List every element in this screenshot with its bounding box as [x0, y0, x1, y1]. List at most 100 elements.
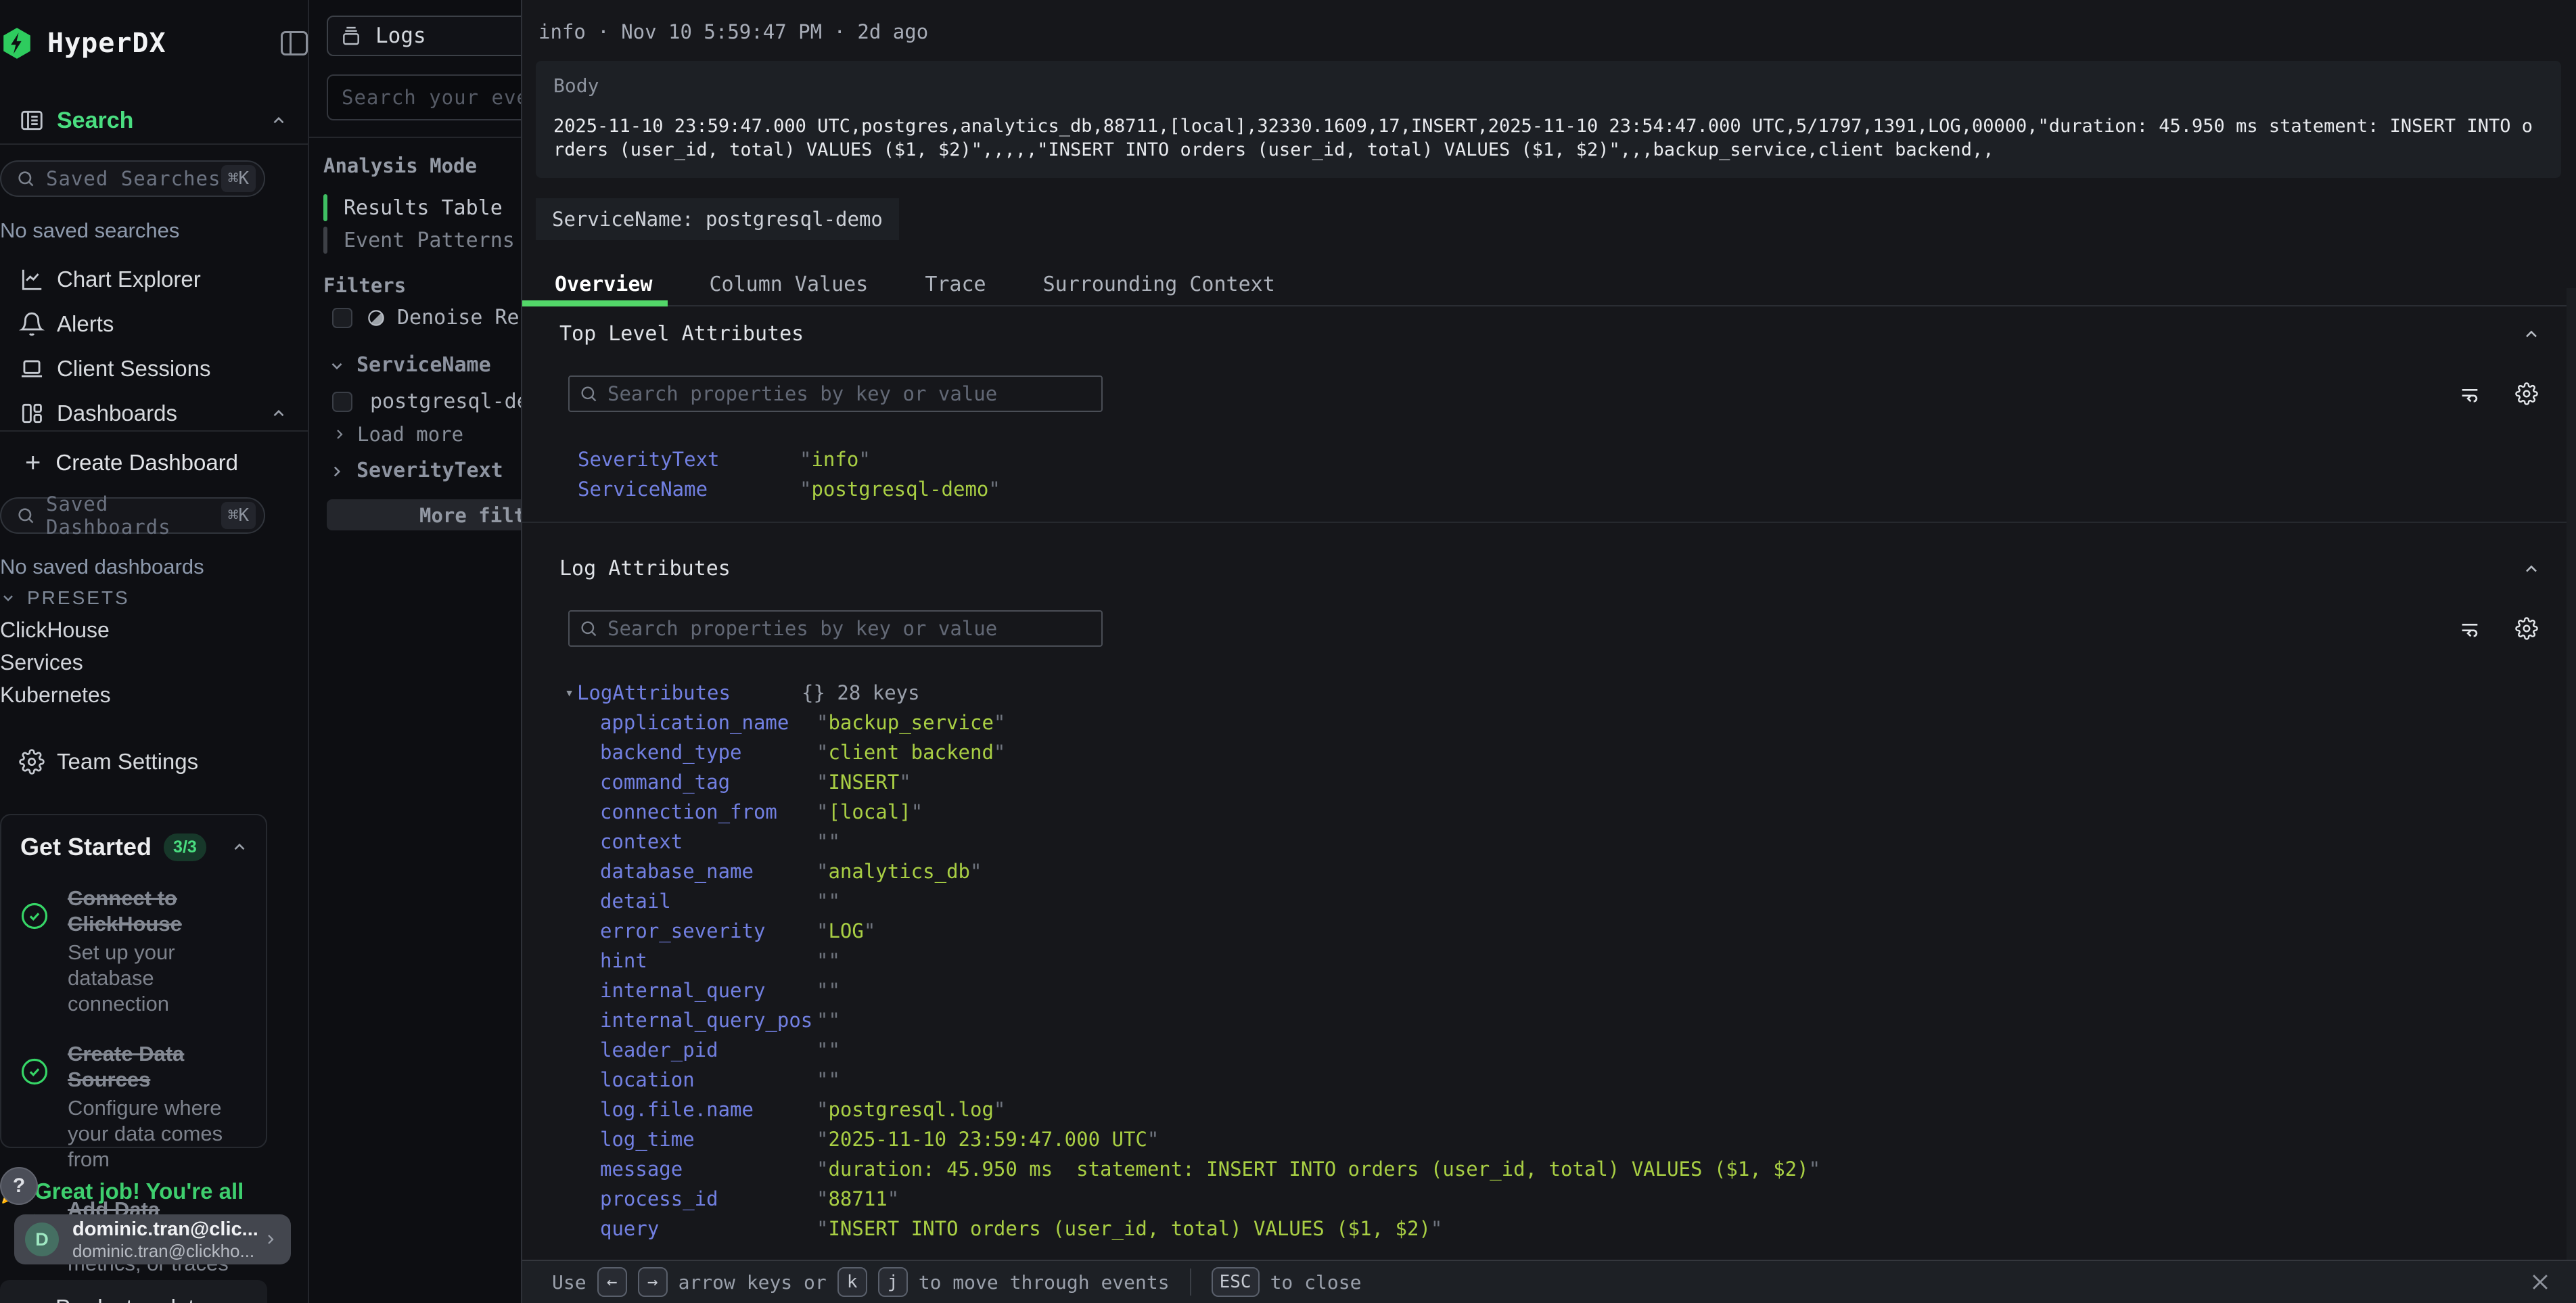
gear-icon[interactable]: [2515, 382, 2538, 405]
attribute-row[interactable]: process_id 88711: [522, 1184, 2576, 1214]
scrollbar[interactable]: [2567, 288, 2576, 1260]
user-menu[interactable]: D dominic.tran@clic... dominic.tran@clic…: [14, 1214, 291, 1264]
attribute-row[interactable]: log_time 2025-11-10 23:59:47.000 UTC: [522, 1124, 2576, 1154]
attribute-row[interactable]: log.file.name postgresql.log: [522, 1095, 2576, 1124]
attribute-key[interactable]: leader_pid: [600, 1038, 816, 1061]
sidebar-item-chart-explorer[interactable]: Chart Explorer: [0, 257, 308, 302]
attribute-value[interactable]: [816, 1009, 840, 1032]
attribute-row[interactable]: database_name analytics_db: [522, 856, 2576, 886]
attribute-key[interactable]: log.file.name: [600, 1098, 816, 1121]
help-button[interactable]: ?: [0, 1167, 38, 1205]
presets-toggle[interactable]: PRESETS: [0, 587, 308, 609]
source-select[interactable]: Logs: [327, 16, 521, 56]
attribute-row[interactable]: message duration: 45.950 ms statement: I…: [522, 1154, 2576, 1184]
attribute-value[interactable]: [816, 1038, 840, 1061]
attribute-row[interactable]: detail: [522, 886, 2576, 916]
attribute-row[interactable]: command_tag INSERT: [522, 767, 2576, 797]
filter-option-postgresql-demo[interactable]: postgresql-demo: [332, 390, 521, 413]
saved-searches-input[interactable]: Saved Searches ⌘K: [0, 160, 265, 197]
create-dashboard-button[interactable]: + Create Dashboard: [0, 449, 308, 476]
attribute-key[interactable]: backend_type: [600, 741, 816, 764]
chevron-up-icon[interactable]: [2522, 559, 2541, 578]
attribute-value[interactable]: [816, 979, 840, 1002]
attribute-key[interactable]: database_name: [600, 860, 816, 883]
attribute-row[interactable]: backend_type client backend: [522, 737, 2576, 767]
denoise-results-row[interactable]: Denoise Resul: [332, 306, 521, 329]
load-more-button[interactable]: Load more: [331, 423, 463, 446]
attribute-row[interactable]: location: [522, 1065, 2576, 1095]
attribute-value[interactable]: INSERT: [816, 771, 911, 794]
chevron-up-icon[interactable]: [231, 838, 248, 856]
attribute-key[interactable]: connection_from: [600, 800, 816, 823]
attribute-row[interactable]: error_severity LOG: [522, 916, 2576, 946]
attribute-row[interactable]: internal_query_pos: [522, 1005, 2576, 1035]
gear-icon[interactable]: [2515, 617, 2538, 640]
attribute-key[interactable]: internal_query_pos: [600, 1009, 816, 1032]
get-started-item[interactable]: Create Data Sources Configure where your…: [20, 1041, 248, 1172]
attribute-key[interactable]: query: [600, 1217, 816, 1240]
attribute-row[interactable]: internal_query: [522, 976, 2576, 1005]
attribute-row[interactable]: SeverityText info: [522, 444, 2576, 474]
attribute-row[interactable]: application_name backup_service: [522, 708, 2576, 737]
preset-item[interactable]: Kubernetes: [0, 679, 308, 711]
chevron-up-icon[interactable]: [2522, 325, 2541, 344]
attribute-value[interactable]: [816, 1068, 840, 1091]
attribute-row[interactable]: context: [522, 827, 2576, 856]
log-attributes-root[interactable]: ▾ LogAttributes {} 28 keys: [522, 678, 2576, 708]
line-wrap-icon[interactable]: [2458, 617, 2481, 640]
denoise-checkbox[interactable]: [332, 308, 352, 328]
attribute-row[interactable]: ServiceName postgresql-demo: [522, 474, 2576, 504]
tree-root-key[interactable]: LogAttributes: [577, 681, 802, 704]
attribute-key[interactable]: detail: [600, 890, 816, 913]
attribute-value[interactable]: postgresql.log: [816, 1098, 1005, 1121]
attribute-key[interactable]: ServiceName: [578, 478, 800, 501]
filter-group-severitytext[interactable]: SeverityText: [328, 459, 503, 482]
attribute-key[interactable]: error_severity: [600, 919, 816, 942]
filter-group-servicename[interactable]: ServiceName: [328, 353, 491, 377]
sidebar-item-client-sessions[interactable]: Client Sessions: [0, 346, 308, 391]
preset-item[interactable]: ClickHouse: [0, 614, 308, 646]
attribute-key[interactable]: log_time: [600, 1128, 816, 1151]
attribute-value[interactable]: duration: 45.950 ms statement: INSERT IN…: [816, 1158, 1820, 1181]
attribute-value[interactable]: postgresql-demo: [800, 478, 1001, 501]
attribute-value[interactable]: 88711: [816, 1187, 899, 1210]
attribute-key[interactable]: process_id: [600, 1187, 816, 1210]
mode-tab-results-table[interactable]: Results Table: [323, 191, 515, 224]
top-attrs-search-input[interactable]: [568, 375, 1103, 412]
attribute-row[interactable]: hint: [522, 946, 2576, 976]
attribute-key[interactable]: SeverityText: [578, 448, 800, 471]
hyperdx-logo-icon[interactable]: [0, 26, 34, 60]
attribute-key[interactable]: internal_query: [600, 979, 816, 1002]
sidebar-item-dashboards[interactable]: Dashboards: [0, 391, 308, 436]
sidebar-item-team-settings[interactable]: Team Settings: [0, 743, 308, 781]
attribute-value[interactable]: backup_service: [816, 711, 1005, 734]
mode-tab-event-patterns[interactable]: Event Patterns: [323, 224, 515, 256]
tree-expand-icon[interactable]: ▾: [565, 685, 577, 702]
saved-dashboards-input[interactable]: Saved Dashboards ⌘K: [0, 497, 265, 534]
attribute-key[interactable]: context: [600, 830, 816, 853]
service-name-tag[interactable]: ServiceName: postgresql-demo: [536, 198, 899, 240]
attribute-value[interactable]: [local]: [816, 800, 923, 823]
attribute-value[interactable]: client backend: [816, 741, 1005, 764]
attribute-value[interactable]: info: [800, 448, 871, 471]
attribute-value[interactable]: [816, 890, 840, 913]
attribute-value[interactable]: 2025-11-10 23:59:47.000 UTC: [816, 1128, 1159, 1151]
attribute-key[interactable]: application_name: [600, 711, 816, 734]
attribute-key[interactable]: command_tag: [600, 771, 816, 794]
close-icon[interactable]: [2529, 1271, 2552, 1294]
detail-scroll-area[interactable]: Top Level Attributes: [522, 288, 2576, 1260]
preset-item[interactable]: Services: [0, 646, 308, 679]
attribute-row[interactable]: connection_from [local]: [522, 797, 2576, 827]
attribute-value[interactable]: [816, 949, 840, 972]
get-started-item[interactable]: Connect to ClickHouse Set up your databa…: [20, 886, 248, 1017]
attribute-value[interactable]: analytics_db: [816, 860, 982, 883]
attribute-value[interactable]: [816, 830, 840, 853]
sidebar-item-search[interactable]: Search: [0, 101, 308, 139]
attribute-value[interactable]: LOG: [816, 919, 875, 942]
attribute-key[interactable]: hint: [600, 949, 816, 972]
more-filters-button[interactable]: More filte: [327, 499, 521, 530]
collapse-sidebar-icon[interactable]: [281, 31, 308, 55]
events-search-input[interactable]: [327, 74, 521, 120]
attribute-value[interactable]: INSERT INTO orders (user_id, total) VALU…: [816, 1217, 1442, 1240]
attribute-row[interactable]: leader_pid: [522, 1035, 2576, 1065]
